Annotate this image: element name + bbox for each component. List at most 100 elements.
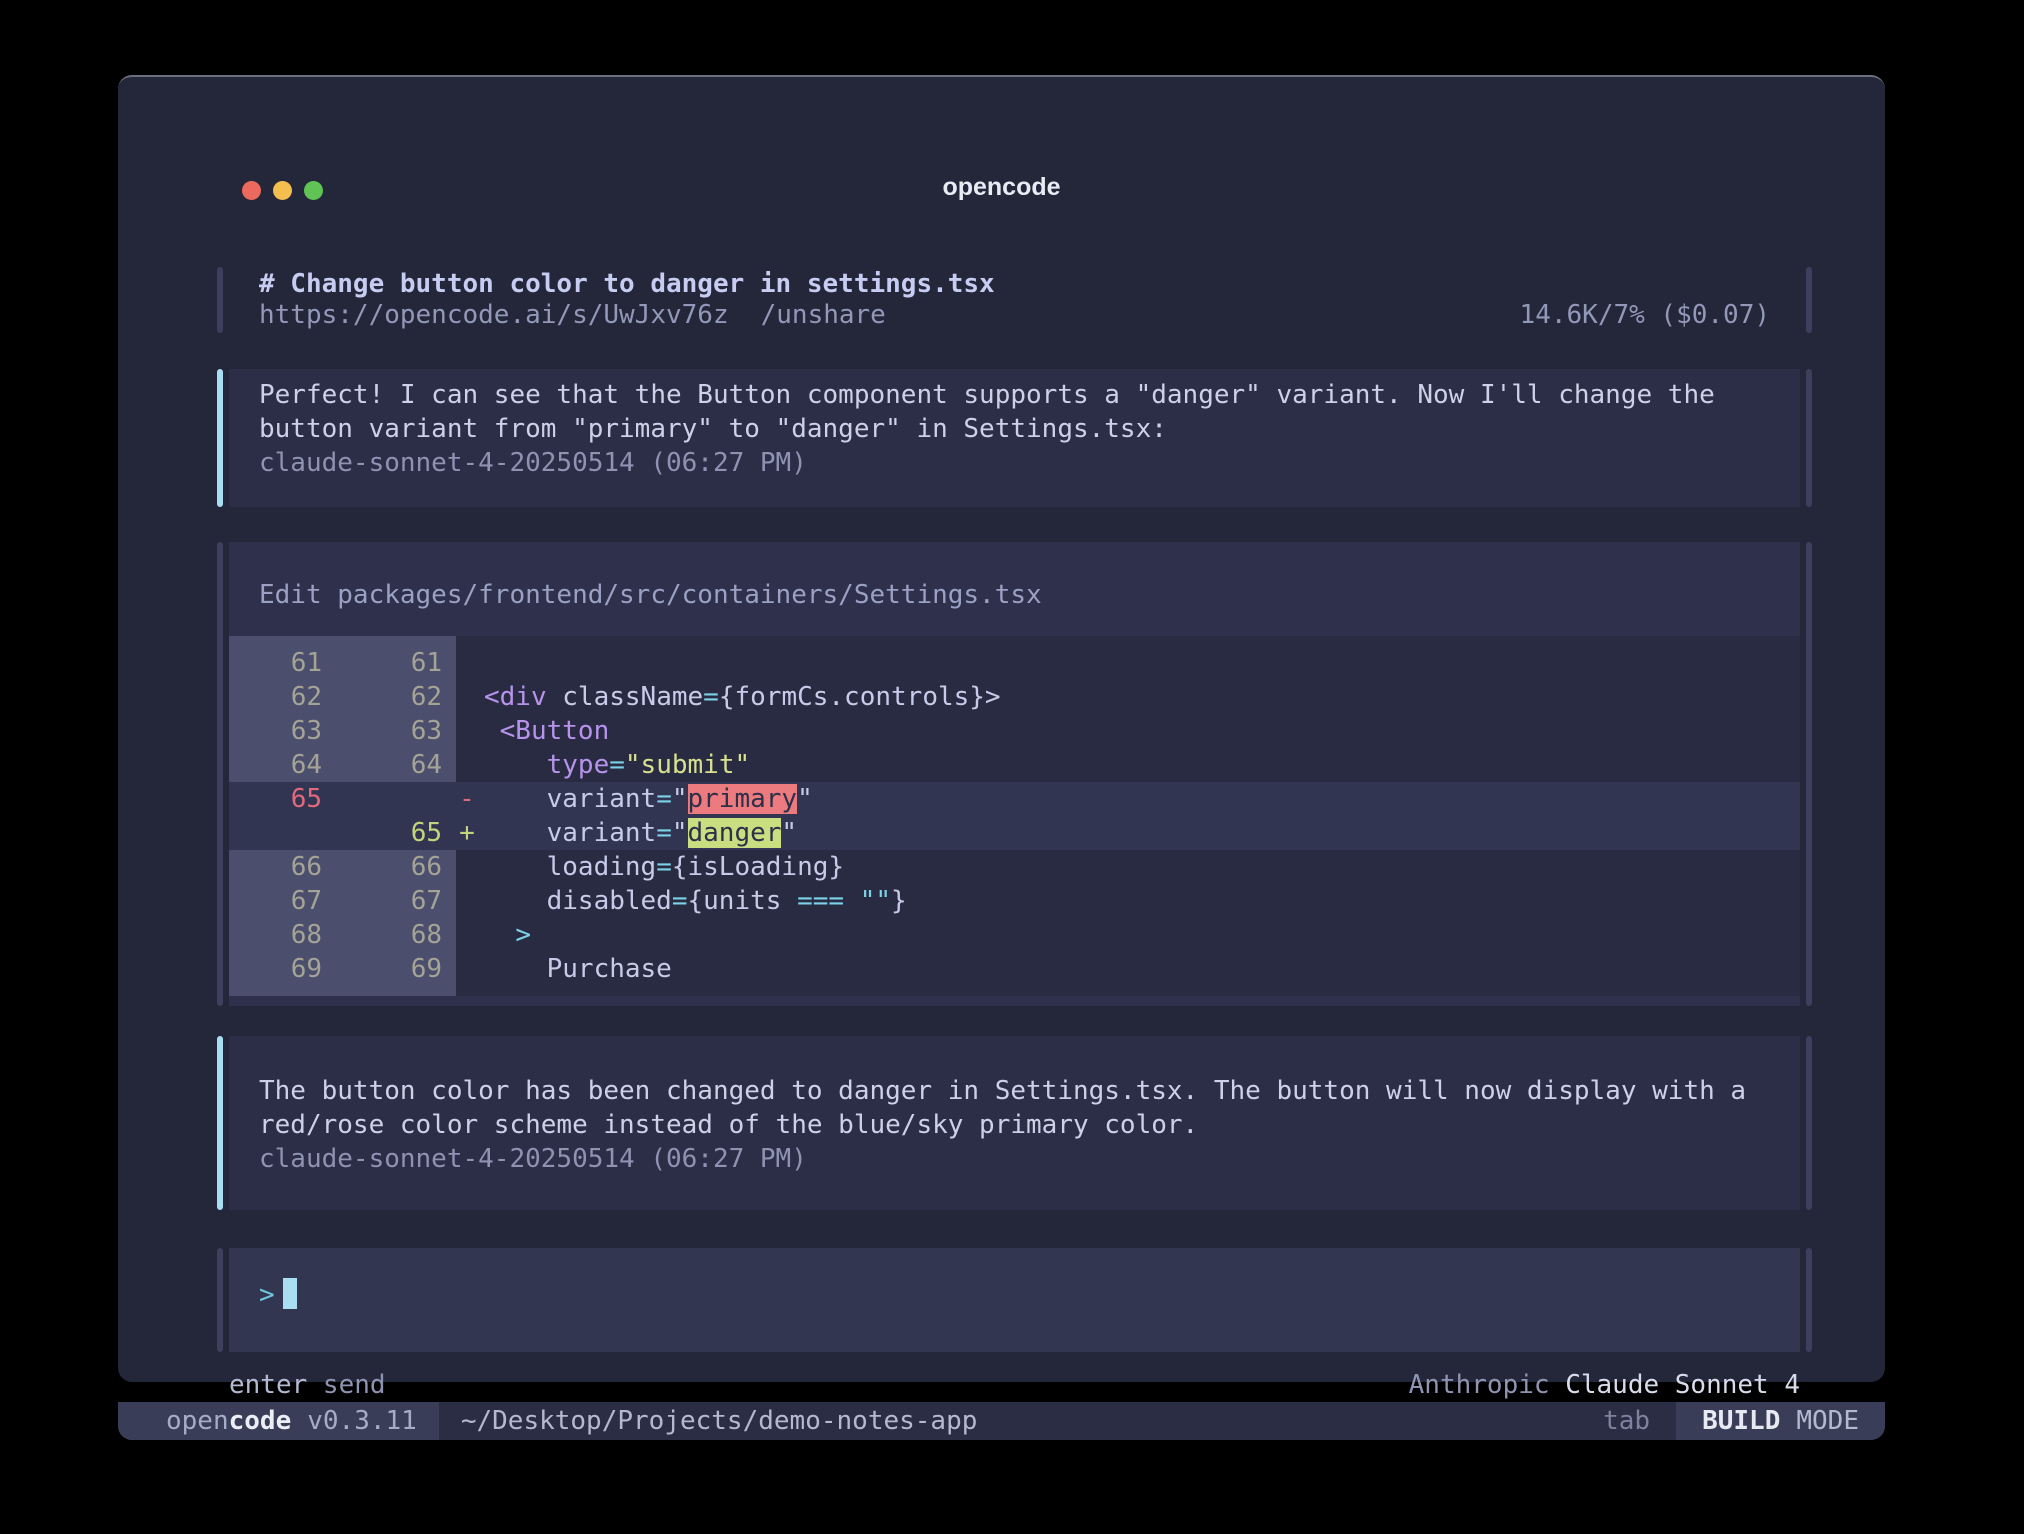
- edit-tool-panel: Edit packages/frontend/src/containers/Se…: [229, 542, 1800, 1006]
- diff-new-line-number: 65: [346, 816, 456, 850]
- model-label: Claude Sonnet 4: [1550, 1368, 1800, 1402]
- share-url-link[interactable]: https://opencode.ai/s/UwJxv76z: [259, 300, 729, 331]
- diff-row: 6262 <div className={formCs.controls}>: [229, 680, 1800, 714]
- enter-key-hint: enter: [229, 1368, 307, 1402]
- code-token: =: [703, 682, 719, 712]
- code-token: =: [656, 818, 672, 848]
- diff-code-line: >: [478, 918, 1800, 952]
- diff-row: 6868 >: [229, 918, 1800, 952]
- code-token: <div: [484, 682, 547, 712]
- section-border-right: [1806, 1036, 1812, 1210]
- message-text: Perfect! I can see that the Button compo…: [259, 378, 1770, 446]
- opencode-window: opencode # Change button color to danger…: [118, 75, 1885, 1382]
- header-spacer: [886, 300, 1520, 331]
- diff-code-line: <div className={formCs.controls}>: [478, 680, 1800, 714]
- diff-change-marker: [456, 680, 478, 714]
- section-border-right: [1806, 369, 1812, 507]
- app-version: v0.3.11: [307, 1406, 417, 1436]
- code-token: <Button: [500, 716, 610, 746]
- edit-tool-call: Edit packages/frontend/src/containers/Se…: [217, 542, 1812, 1006]
- diff-old-line-number: [229, 816, 346, 850]
- message-panel: Perfect! I can see that the Button compo…: [229, 369, 1800, 507]
- diff-new-line-number: 64: [346, 748, 456, 782]
- status-bar: opencode v0.3.11 ~/Desktop/Projects/demo…: [118, 1402, 1885, 1440]
- code-token: >: [515, 920, 531, 950]
- window-title: opencode: [118, 173, 1885, 202]
- section-border-right: [1806, 1248, 1812, 1352]
- diff-row: 6363 <Button: [229, 714, 1800, 748]
- diff-code-line: <Button: [478, 714, 1800, 748]
- diff-rows: 61616262 <div className={formCs.controls}…: [229, 646, 1800, 986]
- session-title: # Change button color to danger in setti…: [259, 269, 1770, 300]
- section-border-left: [217, 1248, 223, 1352]
- diff-old-line-number: 62: [229, 680, 346, 714]
- section-border-right: [1806, 542, 1812, 1006]
- diff-new-line-number: 61: [346, 646, 456, 680]
- unshare-command[interactable]: /unshare: [761, 300, 886, 331]
- message-panel: The button color has been changed to dan…: [229, 1036, 1800, 1210]
- edit-tool-title: Edit packages/frontend/src/containers/Se…: [259, 578, 1770, 612]
- tab-key-hint: tab: [1603, 1406, 1650, 1436]
- diff-row: 6161: [229, 646, 1800, 680]
- diff-row: 65- variant="primary": [229, 782, 1800, 816]
- app-name-bold: code: [229, 1406, 292, 1436]
- prompt-symbol: >: [259, 1280, 275, 1310]
- code-token: =: [609, 750, 625, 780]
- context-stats: 14.6K/7% ($0.07): [1520, 300, 1770, 331]
- diff-new-line-number: 68: [346, 918, 456, 952]
- diff-change-marker: [456, 850, 478, 884]
- diff-code-line: [478, 646, 1800, 680]
- prompt-input[interactable]: >: [229, 1248, 1800, 1352]
- diff-new-line-number: 66: [346, 850, 456, 884]
- text-cursor: [283, 1278, 297, 1309]
- diff-gutter-cap: [229, 636, 456, 646]
- code-token: =: [656, 852, 672, 882]
- diff-table: 61616262 <div className={formCs.controls}…: [229, 636, 1800, 996]
- diff-change-marker: [456, 714, 478, 748]
- diff-new-line-number: 69: [346, 952, 456, 986]
- code-token: {units: [688, 886, 798, 916]
- code-token: [844, 886, 860, 916]
- diff-old-line-number: 66: [229, 850, 346, 884]
- message-accent-border: [217, 369, 223, 507]
- diff-old-line-number: 65: [229, 782, 346, 816]
- diff-old-line-number: 69: [229, 952, 346, 986]
- diff-gutter-cap: [229, 986, 456, 996]
- section-border-right: [1806, 267, 1812, 333]
- diff-change-marker: +: [456, 816, 478, 850]
- diff-old-line-number: 67: [229, 884, 346, 918]
- diff-row: 6969 Purchase: [229, 952, 1800, 986]
- code-token: =: [672, 886, 688, 916]
- message-accent-border: [217, 1036, 223, 1210]
- code-token: [484, 716, 500, 746]
- code-token: ": [672, 784, 688, 814]
- app-name-normal: open: [166, 1406, 229, 1436]
- main-content: # Change button color to danger in setti…: [118, 151, 1885, 1402]
- diff-code-line: type="submit": [478, 748, 1800, 782]
- code-token: }: [891, 886, 907, 916]
- code-token: =: [656, 784, 672, 814]
- code-token: Purchase: [484, 954, 672, 984]
- message-meta: claude-sonnet-4-20250514 (06:27 PM): [259, 1142, 1770, 1176]
- diff-code-line: disabled={units === ""}: [478, 884, 1800, 918]
- message-meta: claude-sonnet-4-20250514 (06:27 PM): [259, 446, 1770, 480]
- diff-row: 6767 disabled={units === ""}: [229, 884, 1800, 918]
- code-token: ": [781, 818, 797, 848]
- code-token: disabled: [484, 886, 672, 916]
- code-token: [484, 920, 515, 950]
- diff-change-marker: [456, 918, 478, 952]
- section-border-left: [217, 267, 223, 333]
- diff-change-marker: [456, 884, 478, 918]
- diff-new-line-number: [346, 782, 456, 816]
- diff-new-line-number: 62: [346, 680, 456, 714]
- code-token: ": [672, 818, 688, 848]
- code-token: ===: [797, 886, 844, 916]
- prompt-input-section: >: [217, 1248, 1812, 1352]
- diff-new-line-number: 63: [346, 714, 456, 748]
- diff-code-line: variant="danger": [478, 816, 1800, 850]
- diff-old-line-number: 63: [229, 714, 346, 748]
- mode-chip[interactable]: BUILD MODE: [1676, 1402, 1885, 1440]
- diff-code-line: loading={isLoading}: [478, 850, 1800, 884]
- mode-name: BUILD: [1702, 1406, 1780, 1436]
- send-action-hint: send: [307, 1368, 385, 1402]
